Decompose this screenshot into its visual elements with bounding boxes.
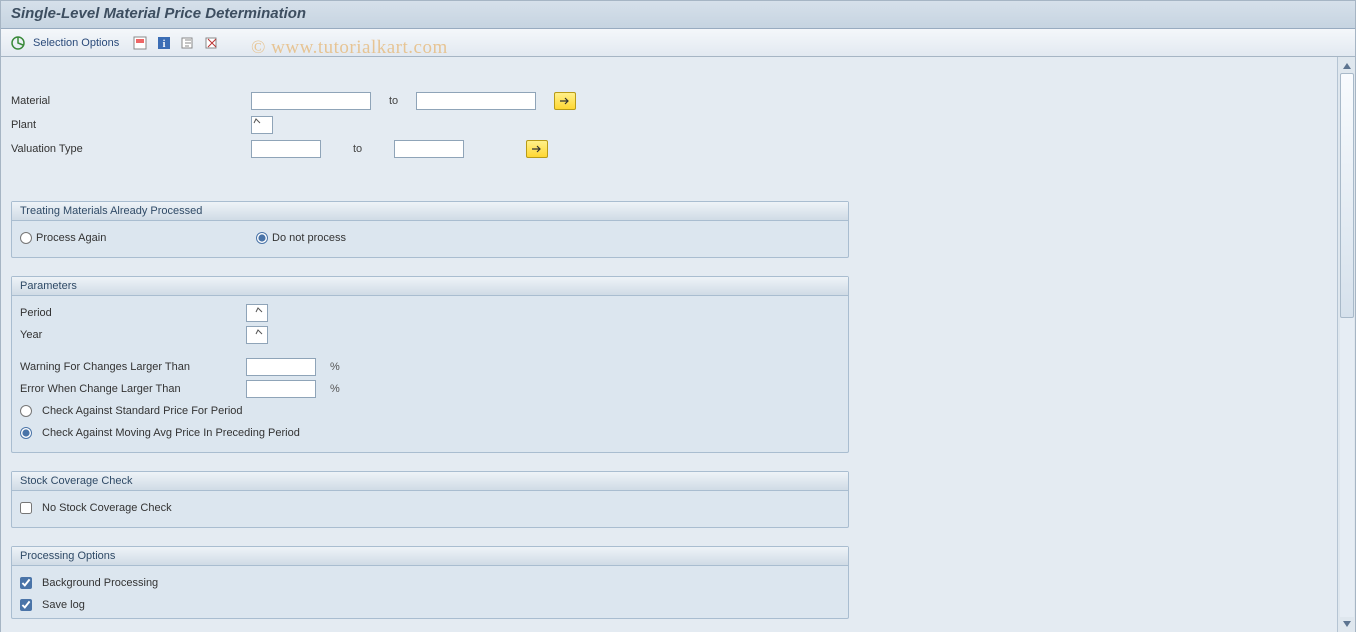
content-area: Material to Plant Valuation Type to [1, 57, 1355, 632]
row-year: Year [20, 324, 840, 346]
scroll-thumb[interactable] [1340, 73, 1354, 318]
group-treating-processed: Treating Materials Already Processed Pro… [11, 201, 849, 258]
no-stock-check-label: No Stock Coverage Check [42, 502, 172, 514]
material-multi-select-button[interactable] [554, 92, 576, 110]
process-again-radio[interactable] [20, 232, 32, 244]
execute-icon[interactable] [9, 34, 27, 52]
valuation-label: Valuation Type [11, 143, 251, 155]
scroll-up-button[interactable] [1340, 59, 1354, 73]
group-stock-body: No Stock Coverage Check [12, 491, 848, 527]
check-standard-radio[interactable] [20, 405, 32, 417]
row-check-moving: Check Against Moving Avg Price In Preced… [20, 422, 840, 444]
scroll-down-button[interactable] [1340, 617, 1354, 631]
valuation-to-label: to [353, 143, 362, 155]
no-stock-check-checkbox[interactable] [20, 502, 32, 514]
plant-label: Plant [11, 119, 251, 131]
group-treating-header: Treating Materials Already Processed [12, 202, 848, 221]
error-label: Error When Change Larger Than [20, 383, 240, 395]
svg-text:i: i [163, 39, 166, 50]
row-period: Period [20, 302, 840, 324]
background-checkbox[interactable] [20, 577, 32, 589]
page-title: Single-Level Material Price Determinatio… [11, 5, 306, 22]
scroll-track[interactable] [1340, 73, 1354, 617]
warning-percent: % [330, 361, 340, 373]
row-valuation: Valuation Type to [1, 137, 1337, 161]
group-stock-header: Stock Coverage Check [12, 472, 848, 491]
title-bar: Single-Level Material Price Determinatio… [1, 1, 1355, 29]
group-treating-body: Process Again Do not process [12, 221, 848, 257]
selection-options-button[interactable]: Selection Options [33, 37, 119, 49]
required-mark-icon [254, 326, 264, 339]
row-save-log: Save log [20, 594, 840, 616]
group-parameters-body: Period Year [12, 296, 848, 452]
group-processing-body: Background Processing Save log [12, 566, 848, 618]
row-background: Background Processing [20, 572, 840, 594]
row-warning: Warning For Changes Larger Than % [20, 356, 840, 378]
warning-label: Warning For Changes Larger Than [20, 361, 240, 373]
warning-input[interactable] [246, 358, 316, 376]
group-parameters: Parameters Period Year [11, 276, 849, 453]
valuation-to-input[interactable] [394, 140, 464, 158]
process-again-label: Process Again [36, 232, 106, 244]
row-check-standard: Check Against Standard Price For Period [20, 400, 840, 422]
row-process-options: Process Again Do not process [20, 227, 840, 249]
period-label: Period [20, 307, 240, 319]
check-moving-label: Check Against Moving Avg Price In Preced… [42, 427, 300, 439]
material-to-input[interactable] [416, 92, 536, 110]
variant-save-icon[interactable] [131, 34, 149, 52]
material-label: Material [11, 95, 251, 107]
background-label: Background Processing [42, 577, 158, 589]
year-label: Year [20, 329, 240, 341]
required-mark-icon [254, 304, 264, 317]
material-to-label: to [389, 95, 398, 107]
group-parameters-header: Parameters [12, 277, 848, 296]
sap-window: Single-Level Material Price Determinatio… [0, 0, 1356, 632]
row-material: Material to [1, 89, 1337, 113]
check-moving-radio[interactable] [20, 427, 32, 439]
display-selection-icon[interactable] [179, 34, 197, 52]
valuation-from-input[interactable] [251, 140, 321, 158]
do-not-process-label: Do not process [272, 232, 346, 244]
row-no-stock-check: No Stock Coverage Check [20, 497, 840, 519]
error-input[interactable] [246, 380, 316, 398]
required-mark-icon [252, 115, 262, 128]
do-not-process-radio[interactable] [256, 232, 268, 244]
group-stock-coverage: Stock Coverage Check No Stock Coverage C… [11, 471, 849, 528]
check-standard-label: Check Against Standard Price For Period [42, 405, 243, 417]
delete-selection-icon[interactable] [203, 34, 221, 52]
valuation-multi-select-button[interactable] [526, 140, 548, 158]
row-plant: Plant [1, 113, 1337, 137]
material-from-input[interactable] [251, 92, 371, 110]
info-icon[interactable]: i [155, 34, 173, 52]
group-processing-header: Processing Options [12, 547, 848, 566]
group-processing-options: Processing Options Background Processing… [11, 546, 849, 619]
row-error: Error When Change Larger Than % [20, 378, 840, 400]
vertical-scrollbar[interactable] [1337, 57, 1355, 632]
error-percent: % [330, 383, 340, 395]
save-log-label: Save log [42, 599, 85, 611]
save-log-checkbox[interactable] [20, 599, 32, 611]
application-toolbar: Selection Options i [1, 29, 1355, 57]
main-form: Material to Plant Valuation Type to [1, 57, 1337, 632]
